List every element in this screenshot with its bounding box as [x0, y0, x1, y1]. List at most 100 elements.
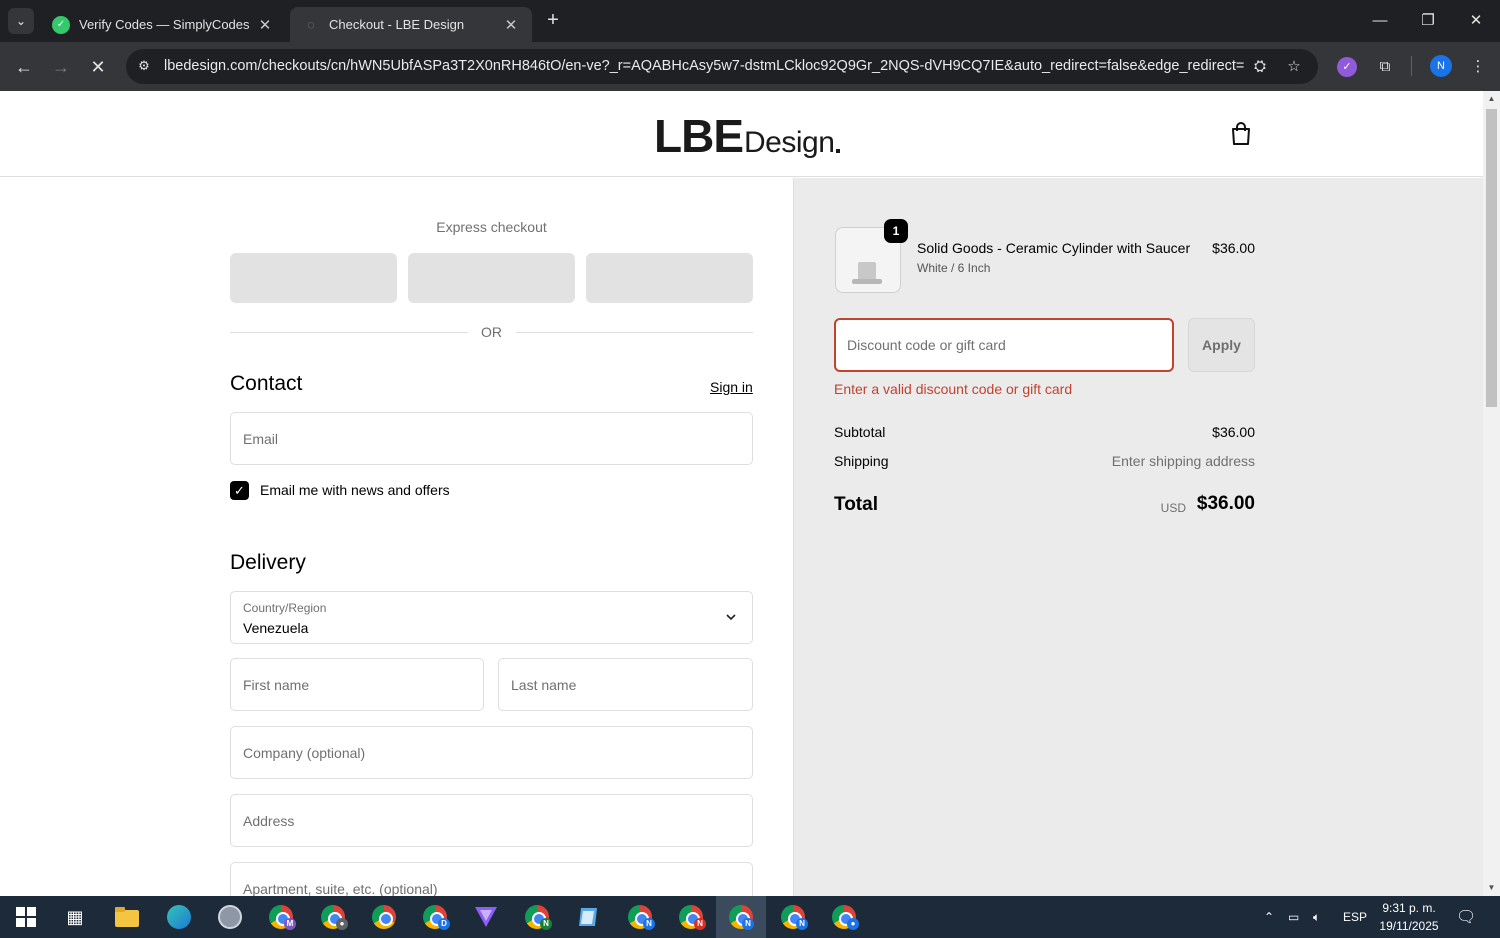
- company-input[interactable]: [231, 727, 752, 778]
- total-label: Total: [834, 494, 878, 515]
- tab-search-icon[interactable]: ⌄: [8, 8, 34, 34]
- email-field[interactable]: [230, 412, 753, 465]
- forward-icon[interactable]: →: [47, 53, 75, 81]
- apply-discount-button[interactable]: Apply: [1188, 318, 1255, 372]
- scroll-up-icon[interactable]: ▲: [1483, 91, 1500, 107]
- chrome-profile-d-icon[interactable]: D: [420, 902, 450, 932]
- app-globe-icon[interactable]: [215, 902, 245, 932]
- first-name-input[interactable]: [231, 659, 483, 710]
- language-indicator[interactable]: ESP: [1343, 896, 1367, 938]
- discount-input[interactable]: [836, 320, 1172, 370]
- translate-icon[interactable]: ⛭: [1250, 57, 1270, 77]
- last-name-input[interactable]: [499, 659, 752, 710]
- browser-toolbar: ← → ✕ ⚙ lbedesign.com/checkouts/cn/hWN5U…: [0, 42, 1500, 91]
- close-window-icon[interactable]: ✕: [1453, 6, 1499, 36]
- first-name-field[interactable]: [230, 658, 484, 711]
- tab-simplycodes[interactable]: ✓ Verify Codes — SimplyCodes ✕: [40, 7, 286, 42]
- address-input[interactable]: [231, 795, 752, 846]
- edge-browser-icon[interactable]: [164, 902, 194, 932]
- country-select[interactable]: Country/Region Venezuela: [230, 591, 753, 644]
- address-field[interactable]: [230, 794, 753, 847]
- page-scrollbar[interactable]: ▲ ▼: [1483, 91, 1500, 896]
- file-explorer-icon[interactable]: [112, 902, 142, 932]
- express-pay-button-2[interactable]: [408, 253, 575, 303]
- chrome-icon[interactable]: [369, 902, 399, 932]
- extensions-puzzle-icon[interactable]: ⧉: [1373, 55, 1397, 79]
- back-icon[interactable]: ←: [10, 53, 38, 81]
- express-pay-button-3[interactable]: [586, 253, 753, 303]
- quantity-badge: 1: [884, 219, 908, 243]
- product-image-saucer: [852, 279, 882, 284]
- notes-app-icon[interactable]: [573, 902, 603, 932]
- chrome-profile-m-icon[interactable]: M: [266, 902, 296, 932]
- system-clock[interactable]: 9:31 p. m. 19/11/2025: [1372, 899, 1446, 935]
- shipping-value: Enter shipping address: [1111, 453, 1255, 469]
- bookmark-star-icon[interactable]: ☆: [1284, 57, 1304, 77]
- chrome-profile-n4-icon[interactable]: N: [778, 902, 808, 932]
- stop-loading-icon[interactable]: ✕: [84, 53, 112, 81]
- tab-title: Verify Codes — SimplyCodes: [79, 17, 250, 32]
- apartment-field[interactable]: [230, 862, 753, 896]
- loading-favicon-icon: ◌: [307, 17, 315, 32]
- windows-start-icon[interactable]: [11, 902, 41, 932]
- windows-taskbar: ▦ M ● D N N N N N ● ⌃ ▭ 🔈︎ ESP 9:31 p. m…: [0, 896, 1500, 938]
- email-input[interactable]: [231, 413, 752, 464]
- toolbar-divider: [1411, 56, 1412, 76]
- chrome-profile-n2-icon[interactable]: N: [625, 902, 655, 932]
- tab-title: Checkout - LBE Design: [329, 17, 465, 32]
- url-text[interactable]: lbedesign.com/checkouts/cn/hWN5UbfASPa3T…: [164, 58, 1244, 74]
- sign-in-link[interactable]: Sign in: [710, 379, 753, 395]
- newsletter-checkbox[interactable]: ✓: [230, 480, 249, 500]
- minimize-icon[interactable]: —: [1357, 6, 1403, 36]
- vpn-app-icon[interactable]: [471, 902, 501, 932]
- apartment-input[interactable]: [231, 863, 752, 896]
- new-tab-icon[interactable]: +: [542, 9, 564, 31]
- site-info-icon[interactable]: ⚙: [136, 58, 152, 74]
- show-hidden-icons-icon[interactable]: ⌃: [1264, 896, 1274, 938]
- or-divider: OR: [230, 324, 753, 342]
- logo-sub-text: Design: [744, 126, 835, 159]
- lbe-design-logo[interactable]: LBE Design: [654, 109, 841, 159]
- express-pay-button-1[interactable]: [230, 253, 397, 303]
- volume-icon[interactable]: 🔈︎: [1313, 896, 1320, 938]
- shipping-label: Shipping: [834, 453, 889, 469]
- restore-icon[interactable]: ❐: [1405, 6, 1451, 36]
- logo-dot: [836, 149, 841, 153]
- chrome-profile-user2-icon[interactable]: ●: [829, 902, 859, 932]
- product-image-cylinder: [858, 262, 876, 280]
- checkout-page: LBE Design Express checkout OR Contact S…: [0, 91, 1483, 896]
- chrome-profile-n3-icon[interactable]: N: [676, 902, 706, 932]
- shopping-bag-icon[interactable]: [1230, 122, 1252, 146]
- clock-date: 19/11/2025: [1379, 919, 1439, 933]
- clock-time: 9:31 p. m.: [1382, 901, 1436, 915]
- extension-simplycodes-icon[interactable]: ✓: [1337, 57, 1357, 77]
- scroll-down-icon[interactable]: ▼: [1483, 880, 1500, 896]
- express-checkout-label: Express checkout: [436, 219, 547, 235]
- newsletter-label: Email me with news and offers: [260, 482, 450, 498]
- chrome-profile-user-icon[interactable]: ●: [318, 902, 348, 932]
- network-icon[interactable]: ▭: [1288, 896, 1299, 938]
- discount-field[interactable]: [834, 318, 1174, 372]
- notifications-icon[interactable]: 🗨︎: [1456, 896, 1476, 938]
- company-field[interactable]: [230, 726, 753, 779]
- browser-menu-icon[interactable]: ⋮: [1466, 55, 1490, 79]
- chevron-down-icon: [726, 614, 736, 621]
- product-name: Solid Goods - Ceramic Cylinder with Sauc…: [917, 240, 1191, 256]
- profile-avatar[interactable]: N: [1430, 55, 1452, 77]
- discount-error-message: Enter a valid discount code or gift card: [834, 381, 1073, 397]
- scrollbar-thumb[interactable]: [1486, 109, 1497, 407]
- newsletter-option[interactable]: ✓ Email me with news and offers: [230, 480, 450, 500]
- close-tab-icon[interactable]: ✕: [502, 16, 520, 34]
- last-name-field[interactable]: [498, 658, 753, 711]
- task-view-icon[interactable]: ▦: [60, 902, 90, 932]
- country-select-value: Venezuela: [243, 620, 309, 636]
- chrome-profile-n-icon[interactable]: N: [522, 902, 552, 932]
- product-variant: White / 6 Inch: [917, 261, 991, 275]
- divider-line: [516, 332, 753, 333]
- address-bar[interactable]: ⚙ lbedesign.com/checkouts/cn/hWN5UbfASPa…: [126, 49, 1318, 84]
- tab-checkout[interactable]: ◌ Checkout - LBE Design ✕: [290, 7, 532, 42]
- site-header: LBE Design: [0, 91, 1483, 177]
- chrome-active-window-icon[interactable]: N: [716, 896, 766, 938]
- contact-heading: Contact: [230, 372, 303, 395]
- close-tab-icon[interactable]: ✕: [256, 16, 274, 34]
